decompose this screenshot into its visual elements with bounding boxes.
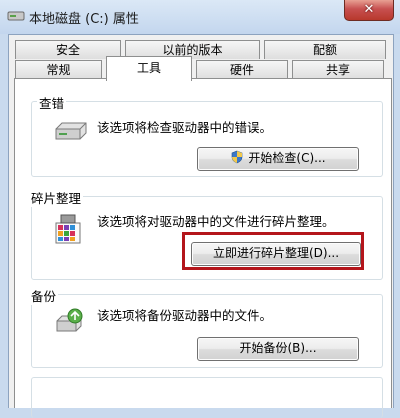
shield-icon bbox=[232, 150, 243, 164]
next-group bbox=[31, 377, 383, 418]
close-button[interactable]: ✕ bbox=[344, 0, 394, 21]
tab-sharing[interactable]: 共享 bbox=[292, 60, 384, 79]
drive-icon bbox=[7, 11, 25, 21]
start-check-button[interactable]: 开始检查(C)... bbox=[197, 147, 359, 171]
window-title: 本地磁盘 (C:) 属性 bbox=[29, 12, 139, 27]
highlight-box bbox=[182, 232, 364, 270]
backup-icon bbox=[56, 308, 83, 332]
backup-group-label: 备份 bbox=[29, 286, 59, 305]
close-icon: ✕ bbox=[363, 2, 375, 17]
start-backup-button[interactable]: 开始备份(B)... bbox=[197, 337, 359, 361]
defrag-group-label: 碎片整理 bbox=[29, 188, 84, 207]
defrag-description: 该选项将对驱动器中的文件进行碎片整理。 bbox=[97, 214, 335, 229]
check-group-label: 查错 bbox=[37, 93, 67, 112]
tab-general[interactable]: 常规 bbox=[15, 60, 102, 79]
title-bar: 本地磁盘 (C:) 属性 bbox=[0, 0, 400, 34]
check-description: 该选项将检查驱动器中的错误。 bbox=[97, 120, 273, 135]
tab-tools[interactable]: 工具 bbox=[106, 56, 192, 81]
backup-description: 该选项将备份驱动器中的文件。 bbox=[97, 308, 273, 323]
defrag-icon bbox=[55, 214, 81, 244]
drive-icon bbox=[55, 122, 87, 140]
tab-hardware[interactable]: 硬件 bbox=[196, 60, 288, 79]
tab-quota[interactable]: 配额 bbox=[264, 40, 386, 59]
